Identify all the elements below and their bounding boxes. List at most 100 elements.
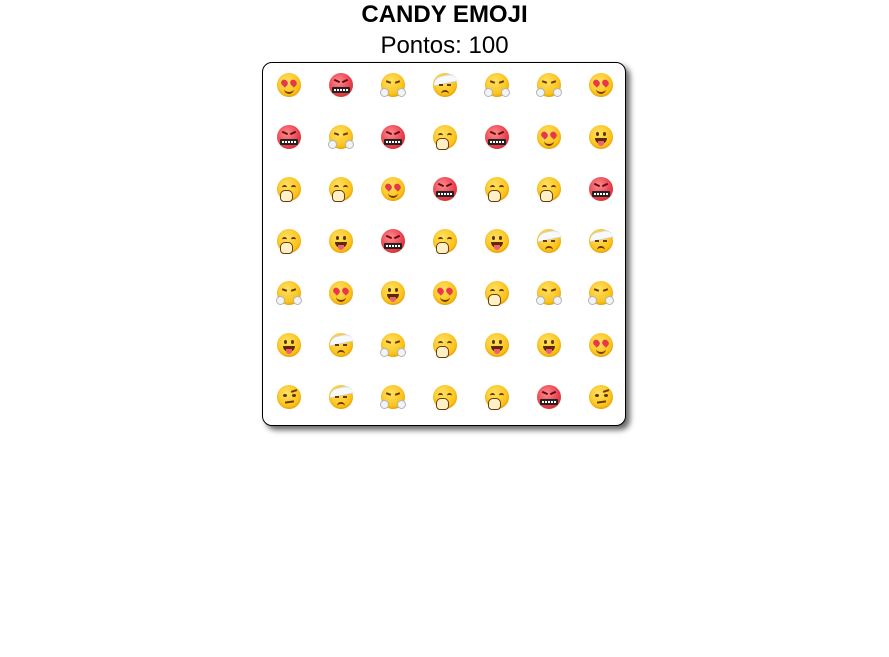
bandage-head-emoji <box>588 228 614 253</box>
board-cell[interactable] <box>523 59 575 111</box>
board-cell[interactable] <box>263 319 315 371</box>
hand-over-mouth-emoji <box>433 229 457 254</box>
game-board <box>262 62 626 426</box>
tongue-out-emoji <box>537 333 561 357</box>
hand-over-mouth-emoji <box>433 125 457 150</box>
board-cell[interactable] <box>471 215 523 267</box>
heart-eyes-emoji <box>589 73 613 97</box>
board-cell[interactable] <box>575 215 627 267</box>
board-cell[interactable] <box>471 59 523 111</box>
board-cell[interactable] <box>367 319 419 371</box>
board-cell[interactable] <box>419 215 471 267</box>
tongue-out-emoji <box>381 281 405 305</box>
triumph-steam-emoji <box>536 73 562 97</box>
board-cell[interactable] <box>367 59 419 111</box>
hand-over-mouth-emoji <box>537 177 561 202</box>
board-cell[interactable] <box>419 371 471 423</box>
triumph-steam-emoji <box>328 125 354 149</box>
heart-eyes-emoji <box>329 281 353 305</box>
board-cell[interactable] <box>263 267 315 319</box>
angry-grawlix-emoji <box>329 73 353 97</box>
board-cell[interactable] <box>523 371 575 423</box>
board-cell[interactable] <box>263 163 315 215</box>
board-cell[interactable] <box>315 319 367 371</box>
hand-over-mouth-emoji <box>485 385 509 410</box>
board-cell[interactable] <box>419 267 471 319</box>
bandage-head-emoji <box>328 332 354 357</box>
board-cell[interactable] <box>575 59 627 111</box>
heart-eyes-emoji <box>277 73 301 97</box>
angry-grawlix-emoji <box>589 177 613 201</box>
board-cell[interactable] <box>419 59 471 111</box>
board-cell[interactable] <box>315 163 367 215</box>
board-cell[interactable] <box>315 59 367 111</box>
triumph-steam-emoji <box>380 73 406 97</box>
board-cell[interactable] <box>315 111 367 163</box>
triumph-steam-emoji <box>276 281 302 305</box>
skeptical-raised-eyebrow-emoji <box>277 385 301 409</box>
board-cell[interactable] <box>471 111 523 163</box>
board-cell[interactable] <box>575 267 627 319</box>
board-cell[interactable] <box>575 319 627 371</box>
board-cell[interactable] <box>367 163 419 215</box>
score-display: Pontos: 100 <box>380 32 509 59</box>
heart-eyes-emoji <box>433 281 457 305</box>
hand-over-mouth-emoji <box>277 177 301 202</box>
angry-grawlix-emoji <box>381 229 405 253</box>
heart-eyes-emoji <box>381 177 405 201</box>
angry-grawlix-emoji <box>433 177 457 201</box>
board-cell[interactable] <box>367 267 419 319</box>
bandage-head-emoji <box>432 72 458 97</box>
board-cell[interactable] <box>523 111 575 163</box>
board-cell[interactable] <box>471 371 523 423</box>
board-cell[interactable] <box>367 111 419 163</box>
board-cell[interactable] <box>523 267 575 319</box>
board-cell[interactable] <box>575 163 627 215</box>
tongue-out-emoji <box>329 229 353 253</box>
board-cell[interactable] <box>263 371 315 423</box>
board-cell[interactable] <box>575 371 627 423</box>
board-cell[interactable] <box>419 319 471 371</box>
board-cell[interactable] <box>367 371 419 423</box>
hand-over-mouth-emoji <box>433 333 457 358</box>
board-cell[interactable] <box>263 111 315 163</box>
board-cell[interactable] <box>263 215 315 267</box>
bandage-head-emoji <box>536 228 562 253</box>
tongue-out-emoji <box>485 229 509 253</box>
tongue-out-emoji <box>277 333 301 357</box>
board-cell[interactable] <box>419 163 471 215</box>
tongue-out-emoji <box>589 125 613 149</box>
board-cell[interactable] <box>523 215 575 267</box>
hand-over-mouth-emoji <box>433 385 457 410</box>
angry-grawlix-emoji <box>537 385 561 409</box>
hand-over-mouth-emoji <box>485 177 509 202</box>
triumph-steam-emoji <box>380 333 406 357</box>
tongue-out-emoji <box>485 333 509 357</box>
triumph-steam-emoji <box>536 281 562 305</box>
board-cell[interactable] <box>471 267 523 319</box>
triumph-steam-emoji <box>484 73 510 97</box>
board-cell[interactable] <box>367 215 419 267</box>
angry-grawlix-emoji <box>277 125 301 149</box>
hand-over-mouth-emoji <box>485 281 509 306</box>
bandage-head-emoji <box>328 384 354 409</box>
heart-eyes-emoji <box>537 125 561 149</box>
board-cell[interactable] <box>419 111 471 163</box>
triumph-steam-emoji <box>588 281 614 305</box>
angry-grawlix-emoji <box>381 125 405 149</box>
board-cell[interactable] <box>263 59 315 111</box>
hand-over-mouth-emoji <box>329 177 353 202</box>
board-cell[interactable] <box>471 319 523 371</box>
board-cell[interactable] <box>315 215 367 267</box>
board-cell[interactable] <box>523 319 575 371</box>
heart-eyes-emoji <box>589 333 613 357</box>
game-title: CANDY EMOJI <box>361 1 528 28</box>
board-cell[interactable] <box>471 163 523 215</box>
hand-over-mouth-emoji <box>277 229 301 254</box>
angry-grawlix-emoji <box>485 125 509 149</box>
board-cell[interactable] <box>523 163 575 215</box>
board-cell[interactable] <box>315 371 367 423</box>
triumph-steam-emoji <box>380 385 406 409</box>
board-cell[interactable] <box>315 267 367 319</box>
board-cell[interactable] <box>575 111 627 163</box>
